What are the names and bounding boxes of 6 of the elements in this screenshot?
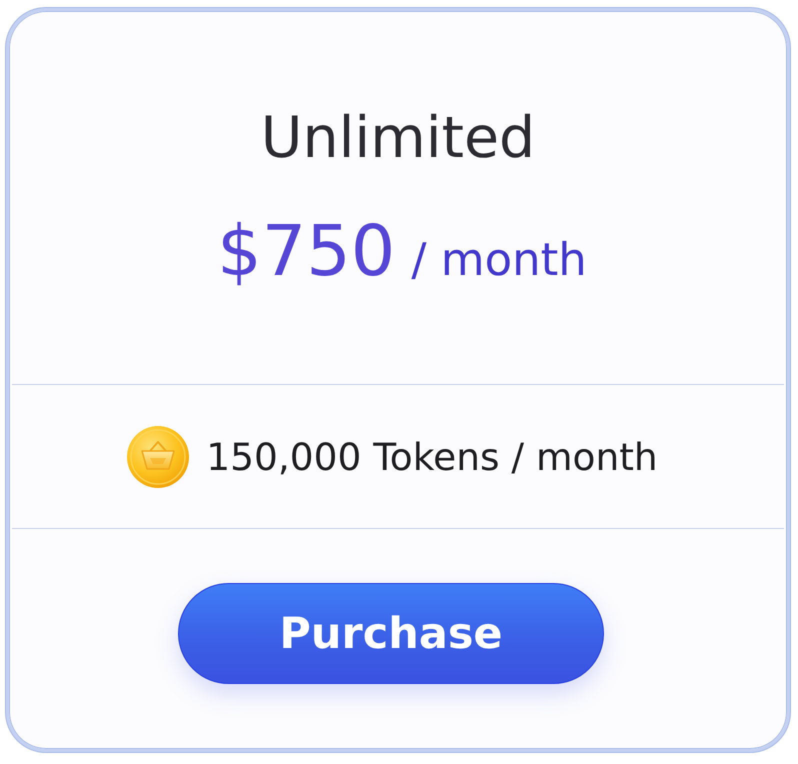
plan-price: $750 [217, 211, 396, 291]
purchase-button[interactable]: Purchase [178, 583, 604, 684]
price-period: / month [411, 234, 587, 286]
token-amount: 150,000 Tokens / month [206, 434, 658, 478]
coin-icon [126, 424, 190, 488]
plan-name: Unlimited [260, 105, 536, 171]
